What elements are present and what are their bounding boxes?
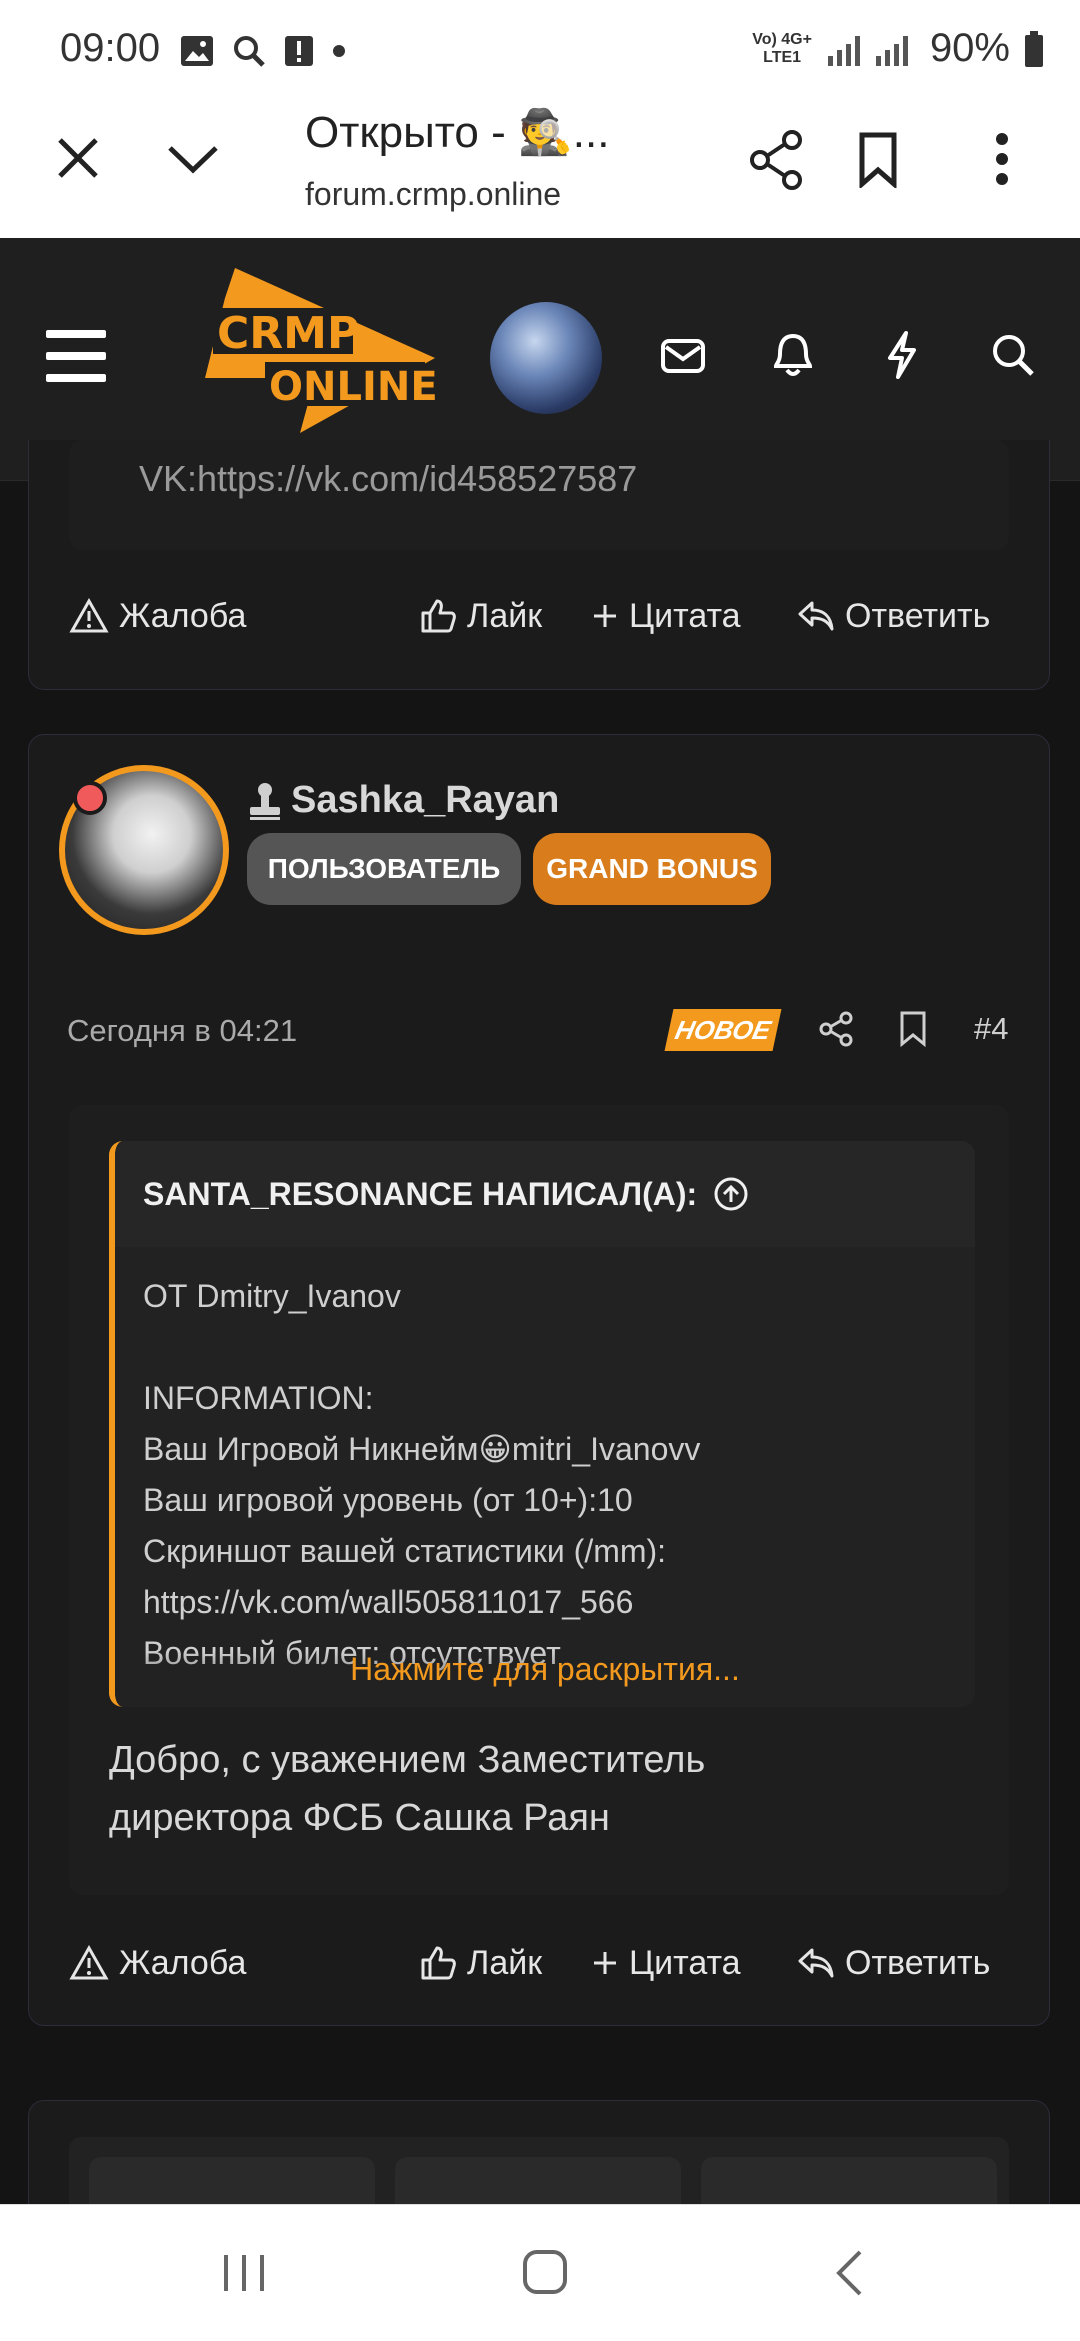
share-icon — [750, 130, 802, 190]
like-button[interactable]: Лайк — [419, 586, 542, 646]
reply-button[interactable]: Ответить — [797, 586, 990, 646]
home-icon — [523, 2250, 567, 2294]
badge-user: ПОЛЬЗОВАТЕЛЬ — [247, 833, 521, 905]
like-button[interactable]: Лайк — [419, 1933, 542, 1993]
home-button[interactable] — [522, 2249, 568, 2295]
recent-apps-button[interactable] — [222, 2253, 266, 2293]
collapse-button[interactable] — [166, 142, 220, 176]
envelope-icon — [661, 339, 705, 373]
thumbs-up-icon — [421, 599, 456, 633]
reply-icon — [798, 601, 834, 631]
post-card-previous: VK:https://vk.com/id458527587 Жалоба Лай… — [28, 440, 1050, 690]
back-button[interactable] — [834, 2249, 864, 2297]
share-icon — [819, 1011, 853, 1047]
quote-block: SANTA_RESONANCE НАПИСАЛ(А): ОТ Dmitry_Iv… — [109, 1141, 975, 1707]
quote-line: Ваш Игровой Никнейм😀mitri_Ivanovv — [143, 1431, 701, 1467]
quote-header[interactable]: SANTA_RESONANCE НАПИСАЛ(А): — [115, 1141, 975, 1247]
status-bar: 09:00 Vo) 4G+ LTE1 90% — [0, 0, 1080, 96]
quote-content: ОТ Dmitry_Ivanov INFORMATION: Ваш Игрово… — [115, 1247, 975, 1679]
system-nav-bar — [0, 2204, 1080, 2341]
post-number[interactable]: #4 — [974, 1011, 1008, 1047]
report-button[interactable]: Жалоба — [69, 586, 246, 646]
report-button[interactable]: Жалоба — [69, 1933, 246, 1993]
user-avatar[interactable] — [490, 302, 602, 414]
post-card: Sashka_Rayan ПОЛЬЗОВАТЕЛЬ GRAND BONUS Се… — [28, 734, 1050, 2026]
more-vertical-icon — [996, 133, 1008, 185]
page-url[interactable]: forum.crmp.online — [305, 176, 561, 213]
new-badge: НОВОЕ — [664, 1009, 782, 1051]
back-icon — [836, 2250, 862, 2296]
online-indicator — [73, 781, 107, 815]
poster-name-row: Sashka_Rayan — [247, 779, 559, 822]
badge-grand-bonus: GRAND BONUS — [533, 833, 771, 905]
signature-text: VK:https://vk.com/id458527587 — [139, 458, 638, 499]
quote-line: INFORMATION: — [143, 1380, 374, 1416]
quote-link[interactable]: https://vk.com/wall505811017_566 — [143, 1577, 947, 1628]
quote-line: Скриншот вашей статистики (/mm): — [143, 1533, 667, 1569]
status-time: 09:00 — [60, 26, 161, 70]
quote-button[interactable]: Цитата — [591, 1933, 741, 1993]
reply-button[interactable]: Ответить — [797, 1933, 990, 1993]
poster-username[interactable]: Sashka_Rayan — [291, 779, 559, 822]
search-button[interactable] — [990, 332, 1036, 378]
alert-icon — [285, 36, 313, 66]
share-post-button[interactable] — [819, 1011, 853, 1047]
quote-line — [143, 1322, 947, 1373]
menu-icon[interactable] — [46, 330, 106, 396]
dot-icon — [333, 45, 345, 57]
bell-icon — [773, 333, 813, 376]
site-logo[interactable]: CRMP ONLINE — [205, 268, 435, 438]
arrow-up-circle-icon — [714, 1177, 748, 1211]
quote-author: SANTA_RESONANCE НАПИСАЛ(А): — [143, 1175, 698, 1212]
bookmark-button[interactable] — [858, 132, 898, 188]
post-actions: Жалоба Лайк Цитата Ответить — [29, 1933, 1049, 1993]
warning-icon — [69, 1945, 109, 1980]
gallery-icon — [181, 36, 213, 66]
plus-icon — [594, 1952, 616, 1974]
lightning-icon — [888, 331, 916, 379]
bookmark-post-button[interactable] — [899, 1011, 927, 1047]
notifications-button[interactable] — [772, 332, 814, 378]
stamp-icon — [250, 782, 280, 820]
close-tab-button[interactable] — [56, 136, 100, 180]
logo-text-1: CRMP — [217, 308, 359, 359]
bookmark-icon — [859, 132, 897, 188]
warning-icon — [69, 598, 109, 633]
reply-icon — [798, 1948, 834, 1978]
battery-icon — [1025, 30, 1043, 67]
post-signature: VK:https://vk.com/id458527587 — [69, 440, 1009, 550]
status-icons — [180, 34, 346, 68]
chevron-down-icon — [168, 146, 218, 174]
status-right: Vo) 4G+ LTE1 90% — [752, 26, 1044, 71]
inbox-button[interactable] — [660, 338, 706, 374]
search-status-icon — [234, 36, 265, 67]
page-title: Открыто - 🕵️... — [305, 108, 610, 157]
logo-text-2: ONLINE — [269, 364, 435, 410]
battery-percent: 90% — [929, 26, 1010, 70]
whats-new-button[interactable] — [884, 330, 920, 380]
thumbs-up-icon — [421, 1946, 456, 1980]
recent-apps-icon — [224, 2255, 264, 2291]
network-indicator: Vo) 4G+ LTE1 — [752, 30, 812, 66]
post-actions: Жалоба Лайк Цитата Ответить — [29, 586, 1049, 646]
post-date[interactable]: Сегодня в 04:21 — [67, 1013, 297, 1049]
plus-icon — [594, 605, 616, 627]
post-message: Добро, с уважением Заместитель директора… — [109, 1739, 706, 1839]
search-icon — [993, 335, 1034, 376]
signal-icon — [827, 35, 908, 66]
bookmark-icon — [900, 1011, 926, 1047]
quote-line: Ваш игровой уровень (от 10+):10 — [143, 1482, 633, 1518]
share-button[interactable] — [748, 130, 804, 190]
close-icon — [58, 138, 98, 178]
quote-button[interactable]: Цитата — [591, 586, 741, 646]
more-menu-button[interactable] — [994, 132, 1010, 186]
expand-quote-link[interactable]: Нажмите для раскрытия... — [115, 1651, 975, 1707]
quote-line: ОТ Dmitry_Ivanov — [143, 1278, 401, 1314]
browser-toolbar: Открыто - 🕵️... forum.crmp.online — [0, 96, 1080, 239]
